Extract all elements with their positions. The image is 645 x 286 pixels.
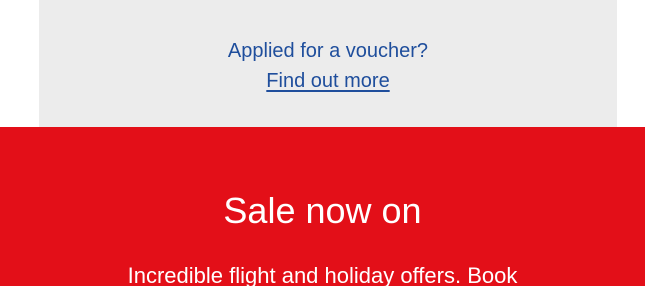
sale-banner: Sale now on Incredible flight and holida… <box>0 127 645 286</box>
sale-description: Incredible flight and holiday offers. Bo… <box>127 263 518 286</box>
find-out-more-link[interactable]: Find out more <box>266 66 389 96</box>
sale-heading: Sale now on <box>223 190 422 231</box>
voucher-question: Applied for a voucher? <box>227 40 429 62</box>
voucher-panel: Applied for a voucher? Find out more <box>39 0 617 127</box>
